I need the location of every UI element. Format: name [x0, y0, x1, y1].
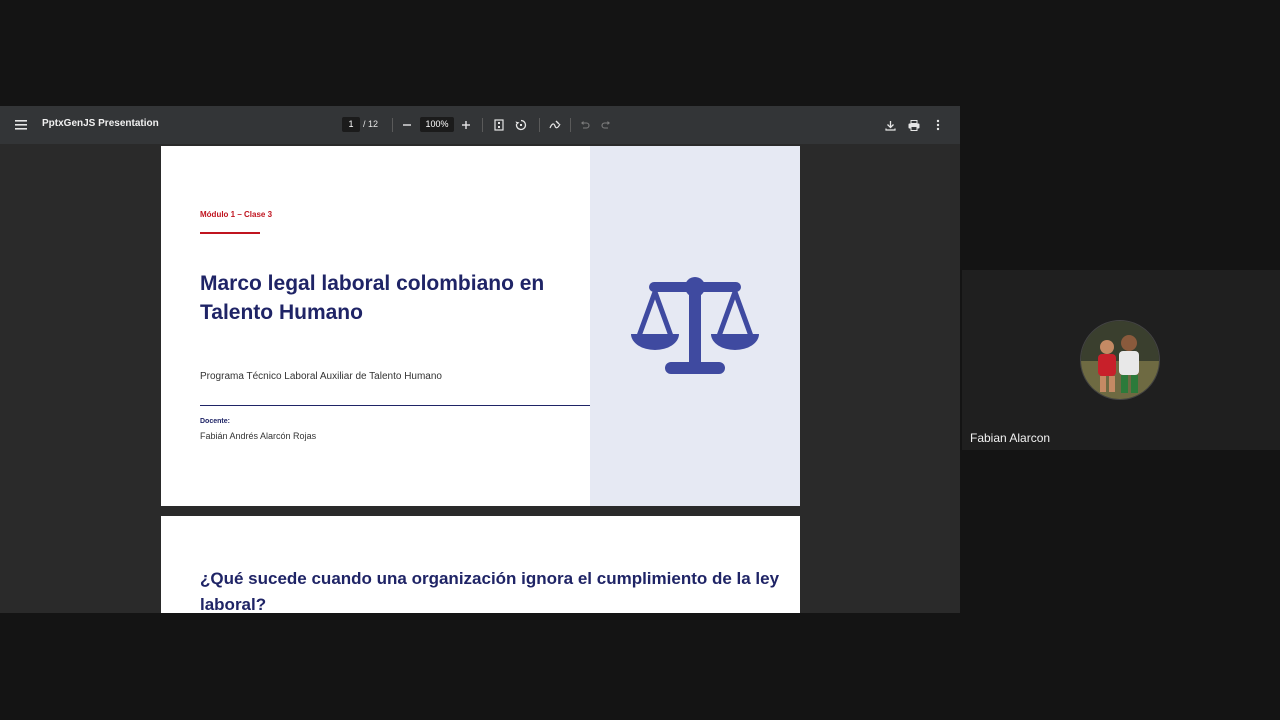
plus-icon[interactable] [457, 116, 475, 134]
toolbar-divider [392, 118, 393, 132]
print-icon[interactable] [905, 116, 923, 134]
participant-avatar [1080, 320, 1160, 400]
page-total: / 12 [363, 119, 379, 129]
slide-page-1: Módulo 1 – Clase 3 Marco legal laboral c… [161, 146, 800, 506]
scale-justice-icon [631, 277, 759, 374]
document-title: PptxGenJS Presentation [42, 118, 159, 129]
slide-2-title: ¿Qué sucede cuando una organización igno… [200, 569, 780, 613]
draw-icon[interactable] [546, 116, 564, 134]
zoom-level-input[interactable]: 100% [420, 117, 454, 132]
page-number-input[interactable]: 1 [342, 117, 360, 132]
minus-icon[interactable] [398, 116, 416, 134]
menu-icon[interactable] [12, 116, 30, 134]
module-label: Módulo 1 – Clase 3 [200, 210, 273, 219]
redo-icon[interactable] [597, 116, 615, 134]
divider-line [200, 405, 590, 406]
slide-page-2: ¿Qué sucede cuando una organización igno… [161, 516, 800, 613]
docente-name: Fabián Andrés Alarcón Rojas [200, 431, 317, 441]
docente-label: Docente: [200, 418, 230, 425]
shared-screen-area: PptxGenJS Presentation 1 / 12 100% Módul… [0, 0, 960, 720]
slide-title: Marco legal laboral colombiano en Talent… [200, 272, 545, 324]
download-icon[interactable] [881, 116, 899, 134]
fit-page-icon[interactable] [490, 116, 508, 134]
undo-icon[interactable] [576, 116, 594, 134]
rotate-icon[interactable] [512, 116, 530, 134]
accent-rule [200, 232, 260, 234]
more-vertical-icon[interactable] [929, 116, 947, 134]
toolbar-divider [539, 118, 540, 132]
participant-video-tile[interactable]: Fabian Alarcon [962, 270, 1280, 450]
viewer-toolbar: PptxGenJS Presentation 1 / 12 100% [0, 106, 960, 144]
toolbar-divider [570, 118, 571, 132]
program-name: Programa Técnico Laboral Auxiliar de Tal… [200, 371, 442, 382]
toolbar-divider [482, 118, 483, 132]
pdf-viewer: PptxGenJS Presentation 1 / 12 100% Módul… [0, 106, 960, 613]
participant-name: Fabian Alarcon [970, 431, 1051, 445]
